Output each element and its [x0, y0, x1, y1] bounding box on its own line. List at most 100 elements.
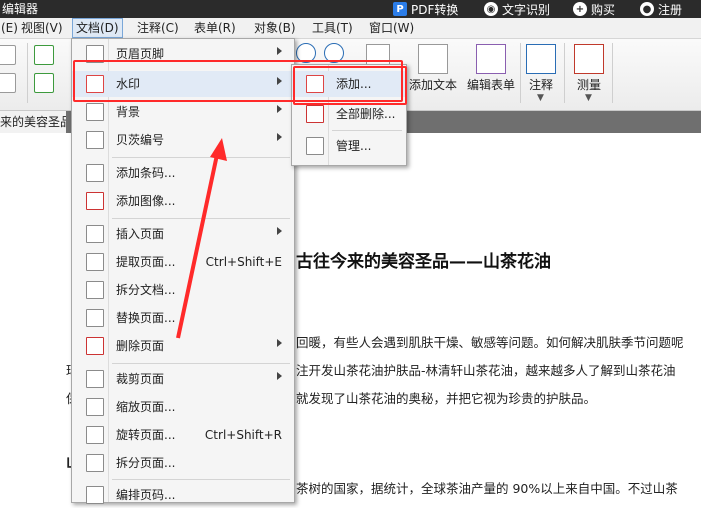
chevron-down-icon: ▼	[585, 93, 592, 103]
forward-arrow-icon[interactable]	[34, 73, 54, 93]
submenu-arrow-icon	[277, 133, 282, 141]
user-icon: ●	[640, 2, 654, 16]
page-number-icon	[86, 486, 104, 504]
menu-item-label: 缩放页面...	[116, 400, 176, 414]
menu-item-insert-page[interactable]: 插入页面	[72, 221, 294, 247]
menu-item-page-numbering[interactable]: 编排页码...	[72, 482, 294, 508]
menu-item-split-document[interactable]: 拆分文档...	[72, 277, 294, 303]
menu-bar: (E) 视图(V) 文档(D) 注释(C) 表单(R) 对象(B) 工具(T) …	[0, 18, 701, 39]
toolbar-separator	[612, 43, 613, 103]
menu-item-delete-page[interactable]: 删除页面	[72, 333, 294, 359]
pdf-convert-button[interactable]: P PDF转换	[393, 0, 458, 18]
menu-item-label: 旋转页面...	[116, 428, 176, 442]
menu-window[interactable]: 窗口(W)	[366, 19, 417, 37]
menu-item-label: 提取页面...	[116, 255, 176, 269]
menu-separator	[112, 218, 290, 219]
toolbar-separator	[520, 43, 521, 103]
menu-item-background[interactable]: 背景	[72, 99, 294, 125]
delete-page-icon	[86, 337, 104, 355]
eye-icon: ◉	[484, 2, 498, 16]
edit-form-label: 编辑表单	[466, 78, 515, 92]
menu-item-replace-page[interactable]: 替换页面...	[72, 305, 294, 331]
chevron-down-icon: ▼	[537, 93, 544, 103]
add-text-button[interactable]: 添加文本	[405, 41, 461, 105]
edit-form-icon	[476, 44, 506, 74]
menu-separator	[332, 130, 402, 131]
menu-item-split-page[interactable]: 拆分页面...	[72, 450, 294, 476]
plus-icon: +	[573, 2, 587, 16]
menu-item-extract-page[interactable]: 提取页面... Ctrl+Shift+E	[72, 249, 294, 275]
split-doc-icon	[86, 281, 104, 299]
pdf-convert-label: PDF转换	[411, 2, 459, 17]
menu-item-label: 裁剪页面	[116, 372, 165, 386]
paragraph-line: 注开发山茶花油护肤品-林清轩山茶花油，越来越多人了解到山茶花油	[296, 363, 676, 378]
menu-separator	[112, 363, 290, 364]
document-tab[interactable]: 来的美容圣品-	[0, 111, 66, 133]
measure-label: 测量	[576, 78, 601, 92]
title-bar: 编辑器 P PDF转换 ◉ 文字识别 + 购买 ● 注册	[0, 0, 701, 18]
paragraph-line: 茶树的国家，据统计，全球茶油产量的 90%以上来自中国。不过山茶	[296, 481, 678, 496]
submenu-arrow-icon	[277, 372, 282, 380]
buy-label: 购买	[591, 2, 616, 17]
bates-number-icon	[86, 131, 104, 149]
paragraph-line: 就发现了山茶花油的奥秘，并把它视为珍贵的护肤品。	[296, 391, 597, 406]
document-menu: 页眉页脚 水印 背景 贝茨编号 添加条码... 添加图像... 插入页面 提取页…	[71, 38, 295, 504]
insert-page-icon	[86, 225, 104, 243]
menu-item-label: 贝茨编号	[116, 133, 165, 147]
barcode-icon	[86, 164, 104, 182]
menu-comment[interactable]: 注释(C)	[134, 19, 182, 37]
menu-item-watermark-manage[interactable]: 管理...	[292, 133, 406, 159]
menu-item-label: 添加图像...	[116, 194, 176, 208]
comment-icon	[526, 44, 556, 74]
watermark-manage-icon	[306, 137, 324, 155]
add-text-icon	[418, 44, 448, 74]
document-title: 古往今来的美容圣品——山茶花油	[296, 252, 551, 272]
menu-item-label: 拆分文档...	[116, 283, 176, 297]
submenu-arrow-icon	[277, 105, 282, 113]
tool-icon[interactable]	[0, 73, 16, 93]
add-image-icon	[86, 192, 104, 210]
menu-item-resize-page[interactable]: 缩放页面...	[72, 394, 294, 420]
menu-item-label: 背景	[116, 105, 141, 119]
menu-item-label: 删除页面	[116, 339, 165, 353]
watermark-delete-icon	[306, 105, 324, 123]
menu-item-shortcut: Ctrl+Shift+R	[204, 428, 282, 442]
buy-button[interactable]: + 购买	[573, 0, 615, 18]
back-arrow-icon[interactable]	[34, 45, 54, 65]
measure-button[interactable]: 测量 ▼	[570, 41, 608, 105]
menu-item-crop-page[interactable]: 裁剪页面	[72, 366, 294, 392]
register-button[interactable]: ● 注册	[640, 0, 682, 18]
submenu-arrow-icon	[277, 227, 282, 235]
menu-item-shortcut: Ctrl+Shift+E	[205, 255, 282, 269]
menu-form[interactable]: 表单(R)	[191, 19, 239, 37]
menu-object[interactable]: 对象(B)	[251, 19, 299, 37]
submenu-arrow-icon	[277, 339, 282, 347]
menu-item-add-barcode[interactable]: 添加条码...	[72, 160, 294, 186]
register-label: 注册	[658, 2, 683, 17]
menu-item-rotate-page[interactable]: 旋转页面... Ctrl+Shift+R	[72, 422, 294, 448]
app-title: 编辑器	[2, 2, 39, 16]
submenu-arrow-icon	[277, 47, 282, 55]
menu-separator	[112, 479, 290, 480]
background-icon	[86, 103, 104, 121]
split-page-icon	[86, 454, 104, 472]
menu-item-add-image[interactable]: 添加图像...	[72, 188, 294, 214]
menu-view[interactable]: 视图(V)	[18, 19, 66, 37]
add-text-label: 添加文本	[408, 78, 457, 92]
pdf-convert-icon: P	[393, 2, 407, 16]
ocr-label: 文字识别	[502, 2, 551, 17]
comment-label: 注释	[528, 78, 553, 92]
rotate-page-icon	[86, 426, 104, 444]
paragraph-line: 回暖，有些人会遇到肌肤干燥、敏感等问题。如何解决肌肤季节问题呢	[296, 335, 684, 350]
menu-document[interactable]: 文档(D)	[72, 18, 123, 38]
menu-item-label: 全部删除...	[336, 107, 396, 121]
ocr-button[interactable]: ◉ 文字识别	[484, 0, 550, 18]
menu-separator	[112, 157, 290, 158]
menu-item-label: 编排页码...	[116, 488, 176, 502]
tool-icon[interactable]	[0, 45, 16, 65]
menu-item-bates-number[interactable]: 贝茨编号	[72, 127, 294, 153]
menu-tools[interactable]: 工具(T)	[309, 19, 356, 37]
toolbar-separator	[27, 43, 28, 103]
edit-form-button[interactable]: 编辑表单	[463, 41, 519, 105]
comment-button[interactable]: 注释 ▼	[522, 41, 560, 105]
